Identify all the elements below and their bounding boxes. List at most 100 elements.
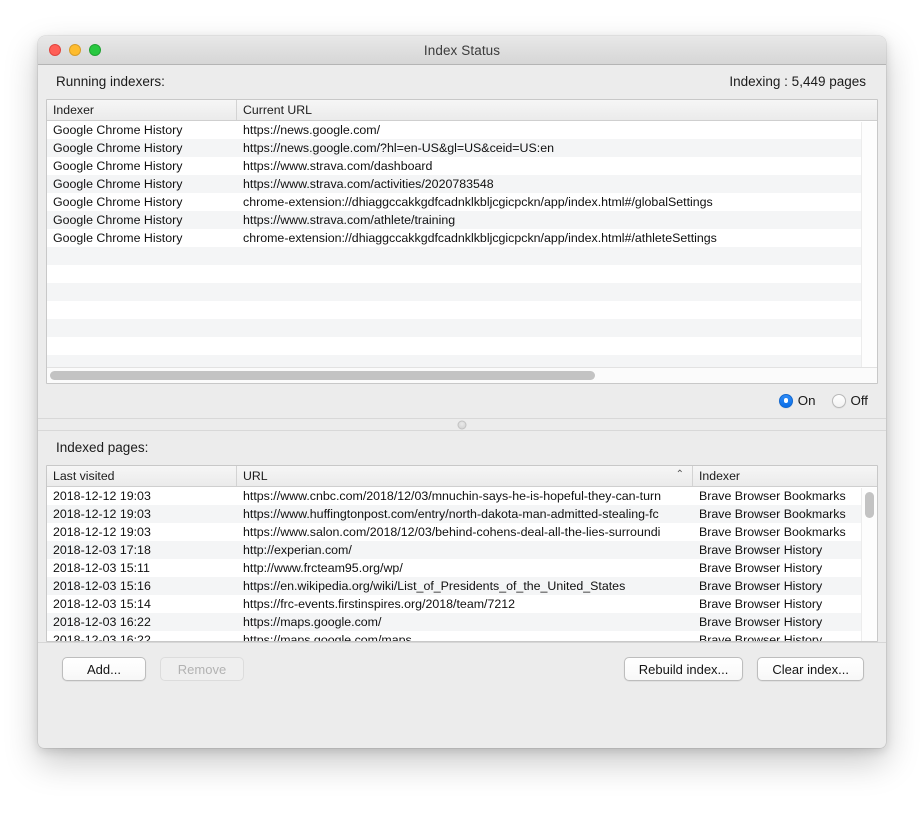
cell-current-url: [237, 265, 877, 283]
table-row[interactable]: 2018-12-03 17:18 http://experian.com/Brav…: [47, 541, 877, 559]
cell-indexer: [47, 337, 237, 355]
indexed-table-body[interactable]: 2018-12-12 19:03 https://www.cnbc.com/201…: [47, 487, 877, 641]
cell-indexer: Brave Browser History: [699, 633, 823, 641]
footer-left-buttons: Add... Remove: [62, 657, 244, 681]
column-header-last-visited[interactable]: Last visited: [47, 466, 237, 486]
cell-last-visited: 2018-12-03 17:18: [53, 543, 151, 557]
cell-indexer: [47, 319, 237, 337]
window-titlebar[interactable]: Index Status: [38, 36, 886, 65]
indexed-pages-label: Indexed pages:: [56, 440, 149, 455]
cell-indexer: [47, 283, 237, 301]
cell-last-visited: 2018-12-12 19:03: [53, 507, 151, 521]
running-indexers-table: Indexer Current URL Google Chrome Histor…: [46, 99, 878, 384]
cell-indexer: Google Chrome History: [53, 159, 183, 173]
cell-current-url: https://news.google.com/: [243, 123, 381, 137]
running-table-vertical-scrollbar[interactable]: [861, 122, 877, 383]
radio-off-icon[interactable]: [831, 393, 846, 408]
running-indexers-bar: Running indexers: Indexing : 5,449 pages: [38, 65, 886, 99]
column-header-indexer[interactable]: Indexer: [47, 100, 237, 120]
table-row[interactable]: 2018-12-03 15:11 http://www.frcteam95.org…: [47, 559, 877, 577]
splitter-grip-icon[interactable]: [457, 420, 467, 429]
table-row[interactable]: Google Chrome History https://www.strava.…: [47, 157, 877, 175]
rebuild-index-button[interactable]: Rebuild index...: [623, 657, 744, 681]
cell-indexer: Google Chrome History: [53, 231, 183, 245]
indexed-pages-table: Last visited URL ⌃ Indexer 2018-12-12 19…: [46, 465, 878, 642]
cell-indexer: Brave Browser Bookmarks: [699, 525, 846, 539]
cell-last-visited: 2018-12-03 15:14: [53, 597, 151, 611]
cell-indexer: [47, 301, 237, 319]
cell-indexer: Google Chrome History: [53, 213, 183, 227]
column-header-url[interactable]: URL ⌃: [237, 466, 693, 486]
window-title: Index Status: [423, 42, 501, 58]
running-hscroll-thumb[interactable]: [50, 371, 595, 380]
screen: Index Status Running indexers: Indexing …: [0, 0, 922, 826]
cell-indexer: Brave Browser Bookmarks: [699, 507, 846, 521]
table-row[interactable]: 2018-12-12 19:03 https://www.huffingtonpo…: [47, 505, 877, 523]
table-row[interactable]: 2018-12-03 16:22 https://maps.google.com/…: [47, 631, 877, 641]
table-row[interactable]: 2018-12-03 15:14 https://frc-events.first…: [47, 595, 877, 613]
cell-last-visited: 2018-12-12 19:03: [53, 525, 151, 539]
column-header-url-label: URL: [243, 469, 268, 483]
running-table-horizontal-scrollbar[interactable]: [47, 367, 877, 383]
table-row[interactable]: Google Chrome History chrome-extension://…: [47, 193, 877, 211]
table-row[interactable]: [47, 247, 877, 265]
table-row[interactable]: [47, 265, 877, 283]
radio-off[interactable]: Off: [831, 393, 868, 408]
table-row[interactable]: [47, 319, 877, 337]
close-window-icon[interactable]: [49, 44, 61, 56]
table-row[interactable]: [47, 283, 877, 301]
cell-indexer: Google Chrome History: [53, 195, 183, 209]
cell-indexer: Google Chrome History: [53, 177, 183, 191]
radio-on-label: On: [797, 393, 816, 408]
table-row[interactable]: Google Chrome History https://www.strava.…: [47, 211, 877, 229]
cell-url: https://en.wikipedia.org/wiki/List_of_Pr…: [243, 579, 626, 593]
zoom-window-icon[interactable]: [89, 44, 101, 56]
remove-button: Remove: [160, 657, 244, 681]
running-indexers-label: Running indexers:: [56, 74, 165, 89]
table-row[interactable]: [47, 355, 877, 367]
cell-last-visited: 2018-12-12 19:03: [53, 489, 151, 503]
radio-on-icon[interactable]: [778, 393, 793, 408]
indexed-table-header: Last visited URL ⌃ Indexer: [47, 466, 877, 487]
cell-current-url: [237, 319, 877, 337]
indexed-table-vertical-scrollbar[interactable]: [861, 488, 877, 641]
clear-index-button[interactable]: Clear index...: [757, 657, 864, 681]
cell-url: https://frc-events.firstinspires.org/201…: [243, 597, 516, 611]
table-row[interactable]: 2018-12-12 19:03 https://www.salon.com/20…: [47, 523, 877, 541]
cell-url: https://www.huffingtonpost.com/entry/nor…: [243, 507, 659, 521]
cell-indexer: Google Chrome History: [53, 123, 183, 137]
indexing-status-label: Indexing : 5,449 pages: [729, 74, 866, 89]
cell-indexer: Brave Browser History: [699, 561, 823, 575]
index-status-window: Index Status Running indexers: Indexing …: [38, 36, 886, 748]
table-row[interactable]: [47, 301, 877, 319]
add-button[interactable]: Add...: [62, 657, 146, 681]
radio-on[interactable]: On: [778, 393, 816, 408]
cell-indexer: [47, 265, 237, 283]
cell-indexer: Google Chrome History: [53, 141, 183, 155]
table-row[interactable]: 2018-12-12 19:03 https://www.cnbc.com/201…: [47, 487, 877, 505]
cell-last-visited: 2018-12-03 16:22: [53, 615, 151, 629]
indexed-pages-bar: Indexed pages:: [38, 431, 886, 465]
table-row[interactable]: Google Chrome History https://news.google…: [47, 139, 877, 157]
pane-splitter[interactable]: [38, 418, 886, 431]
table-row[interactable]: Google Chrome History https://www.strava.…: [47, 175, 877, 193]
running-table-body[interactable]: Google Chrome History https://news.google…: [47, 121, 877, 367]
running-table-header: Indexer Current URL: [47, 100, 877, 121]
column-header-current-url[interactable]: Current URL: [237, 100, 877, 120]
cell-current-url: [237, 247, 877, 265]
indexing-power-toggle: On Off: [38, 384, 886, 418]
column-header-indexer[interactable]: Indexer: [693, 466, 877, 486]
cell-current-url: https://www.strava.com/activities/202078…: [243, 177, 494, 191]
table-row[interactable]: 2018-12-03 15:16 https://en.wikipedia.org…: [47, 577, 877, 595]
minimize-window-icon[interactable]: [69, 44, 81, 56]
cell-current-url: https://news.google.com/?hl=en-US&gl=US&…: [243, 141, 554, 155]
cell-url: https://www.salon.com/2018/12/03/behind-…: [243, 525, 661, 539]
indexed-vscroll-thumb[interactable]: [865, 492, 874, 518]
cell-current-url: https://www.strava.com/athlete/training: [243, 213, 456, 227]
table-row[interactable]: [47, 337, 877, 355]
table-row[interactable]: Google Chrome History https://news.google…: [47, 121, 877, 139]
table-row[interactable]: Google Chrome History chrome-extension://…: [47, 229, 877, 247]
cell-current-url: [237, 337, 877, 355]
window-footer: Add... Remove Rebuild index... Clear ind…: [38, 642, 886, 699]
table-row[interactable]: 2018-12-03 16:22 https://maps.google.com/…: [47, 613, 877, 631]
